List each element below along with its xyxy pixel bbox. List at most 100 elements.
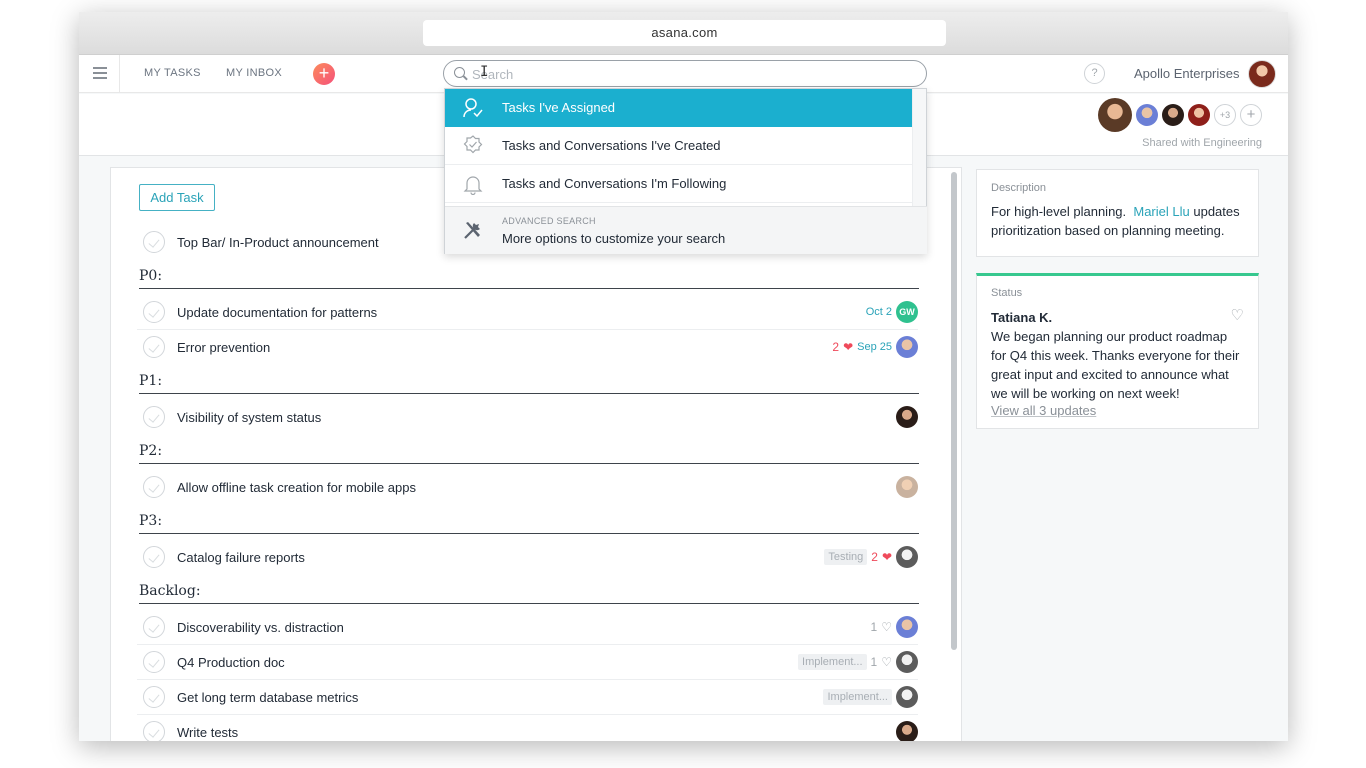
like-count: 1 xyxy=(870,655,878,669)
section-header[interactable]: P3: xyxy=(139,513,919,534)
section-header[interactable]: Backlog: xyxy=(139,583,919,604)
shared-with-label: Shared with Engineering xyxy=(1142,137,1262,149)
assignee-avatar[interactable] xyxy=(896,686,918,708)
complete-checkbox-icon[interactable] xyxy=(143,616,165,638)
complete-checkbox-icon[interactable] xyxy=(143,301,165,323)
task-title[interactable]: Get long term database metrics xyxy=(177,690,358,705)
nav-my-inbox[interactable]: MY INBOX xyxy=(226,67,282,79)
task-row[interactable]: Get long term database metrics Implement… xyxy=(137,680,918,715)
member-avatar[interactable] xyxy=(1136,104,1158,126)
task-title[interactable]: Allow offline task creation for mobile a… xyxy=(177,480,416,495)
assignee-avatar[interactable] xyxy=(896,546,918,568)
dropdown-item-created[interactable]: Tasks and Conversations I've Created xyxy=(445,127,913,165)
task-title[interactable]: Top Bar/ In-Product announcement xyxy=(177,235,379,250)
assign-icon xyxy=(463,98,483,118)
heart-count: 2 xyxy=(832,340,840,354)
complete-checkbox-icon[interactable] xyxy=(143,546,165,568)
section-header[interactable]: P2: xyxy=(139,443,919,464)
assignee-avatar[interactable] xyxy=(896,616,918,638)
add-member-icon[interactable]: + xyxy=(1240,104,1262,126)
dropdown-item-assigned[interactable]: Tasks I've Assigned xyxy=(445,89,913,127)
view-all-updates-link[interactable]: View all 3 updates xyxy=(991,403,1244,418)
hamburger-menu-icon[interactable] xyxy=(93,67,107,79)
complete-checkbox-icon[interactable] xyxy=(143,406,165,428)
user-mention-link[interactable]: Mariel Llu xyxy=(1133,204,1189,219)
task-meta: 1 ♡ xyxy=(871,616,918,638)
assignee-avatar[interactable] xyxy=(896,336,918,358)
like-count: 1 xyxy=(870,620,878,634)
heart-filled-icon[interactable]: ❤ xyxy=(843,340,853,354)
assignee-avatar[interactable] xyxy=(896,721,918,741)
help-button[interactable]: ? xyxy=(1084,63,1105,84)
complete-checkbox-icon[interactable] xyxy=(143,651,165,673)
task-row[interactable]: Discoverability vs. distraction 1 ♡ xyxy=(137,610,918,645)
quick-add-button[interactable]: + xyxy=(313,63,335,85)
divider xyxy=(119,55,120,93)
user-avatar[interactable] xyxy=(1248,60,1276,88)
tools-icon xyxy=(464,222,480,239)
heart-count: 2 xyxy=(871,550,878,564)
search-box[interactable]: I xyxy=(443,60,927,87)
task-row[interactable]: Update documentation for patterns Oct 2 … xyxy=(137,295,918,330)
description-text-before: For high-level planning. xyxy=(991,204,1127,219)
heart-filled-icon[interactable]: ❤ xyxy=(882,550,892,564)
task-title[interactable]: Update documentation for patterns xyxy=(177,305,377,320)
tag-badge[interactable]: Implement... xyxy=(798,654,867,670)
complete-checkbox-icon[interactable] xyxy=(143,686,165,708)
nav-my-tasks[interactable]: MY TASKS xyxy=(144,67,201,79)
task-title[interactable]: Catalog failure reports xyxy=(177,550,305,565)
assignee-avatar[interactable] xyxy=(896,476,918,498)
tag-badge[interactable]: Implement... xyxy=(823,689,892,705)
search-icon xyxy=(454,67,465,78)
task-row[interactable]: Allow offline task creation for mobile a… xyxy=(137,470,918,505)
dropdown-scrollbar[interactable] xyxy=(912,89,926,206)
dropdown-item-following[interactable]: Tasks and Conversations I'm Following xyxy=(445,165,913,203)
status-header: Tatiana K. ♡ xyxy=(991,306,1244,327)
heart-outline-icon[interactable]: ♡ xyxy=(881,620,892,634)
task-row[interactable]: Write tests xyxy=(137,715,918,741)
task-row[interactable]: Q4 Production doc Implement... 1 ♡ xyxy=(137,645,918,680)
due-date[interactable]: Oct 2 xyxy=(866,306,892,318)
complete-checkbox-icon[interactable] xyxy=(143,476,165,498)
task-title[interactable]: Visibility of system status xyxy=(177,410,321,425)
url-bar[interactable]: asana.com xyxy=(423,20,946,46)
task-row[interactable]: Visibility of system status xyxy=(137,400,918,435)
task-title[interactable]: Error prevention xyxy=(177,340,270,355)
complete-checkbox-icon[interactable] xyxy=(143,336,165,358)
organization-name[interactable]: Apollo Enterprises xyxy=(1134,66,1240,81)
assignee-avatar[interactable]: GW xyxy=(896,301,918,323)
dropdown-item-label: Tasks and Conversations I've Created xyxy=(502,138,721,153)
assignee-avatar[interactable] xyxy=(896,651,918,673)
heart-outline-icon[interactable]: ♡ xyxy=(1231,306,1244,324)
task-title[interactable]: Q4 Production doc xyxy=(177,655,285,670)
search-input[interactable] xyxy=(472,64,912,84)
heart-outline-icon[interactable]: ♡ xyxy=(881,655,892,669)
task-meta xyxy=(896,406,918,428)
add-task-button[interactable]: Add Task xyxy=(139,184,215,211)
tag-badge[interactable]: Testing xyxy=(824,549,868,565)
status-text: We began planning our product roadmap fo… xyxy=(991,329,1240,401)
complete-checkbox-icon[interactable] xyxy=(143,721,165,741)
section-header[interactable]: P1: xyxy=(139,373,919,394)
browser-chrome: asana.com xyxy=(79,12,1288,55)
task-row[interactable]: Error prevention 2 ❤ Sep 25 xyxy=(137,330,918,365)
complete-checkbox-icon[interactable] xyxy=(143,231,165,253)
task-title[interactable]: Discoverability vs. distraction xyxy=(177,620,344,635)
task-row[interactable]: Catalog failure reports Testing 2 ❤ xyxy=(137,540,918,575)
status-author[interactable]: Tatiana K. xyxy=(991,310,1052,325)
member-avatar[interactable] xyxy=(1188,104,1210,126)
member-avatar[interactable] xyxy=(1162,104,1184,126)
advanced-search-option[interactable]: ADVANCED SEARCH More options to customiz… xyxy=(445,206,927,254)
more-members-badge[interactable]: +3 xyxy=(1214,104,1236,126)
task-meta xyxy=(896,476,918,498)
due-date[interactable]: Sep 25 xyxy=(857,341,892,353)
section-header[interactable]: P0: xyxy=(139,268,919,289)
description-label: Description xyxy=(991,182,1047,194)
assignee-avatar[interactable] xyxy=(896,406,918,428)
dropdown-item-label: Tasks I've Assigned xyxy=(502,100,616,115)
description-text[interactable]: For high-level planning. Mariel Llu upda… xyxy=(991,202,1244,240)
task-title[interactable]: Write tests xyxy=(177,725,238,740)
list-scrollbar[interactable] xyxy=(951,172,957,650)
status-card: Status Tatiana K. ♡ We began planning ou… xyxy=(976,273,1259,429)
member-avatar[interactable] xyxy=(1098,98,1132,132)
